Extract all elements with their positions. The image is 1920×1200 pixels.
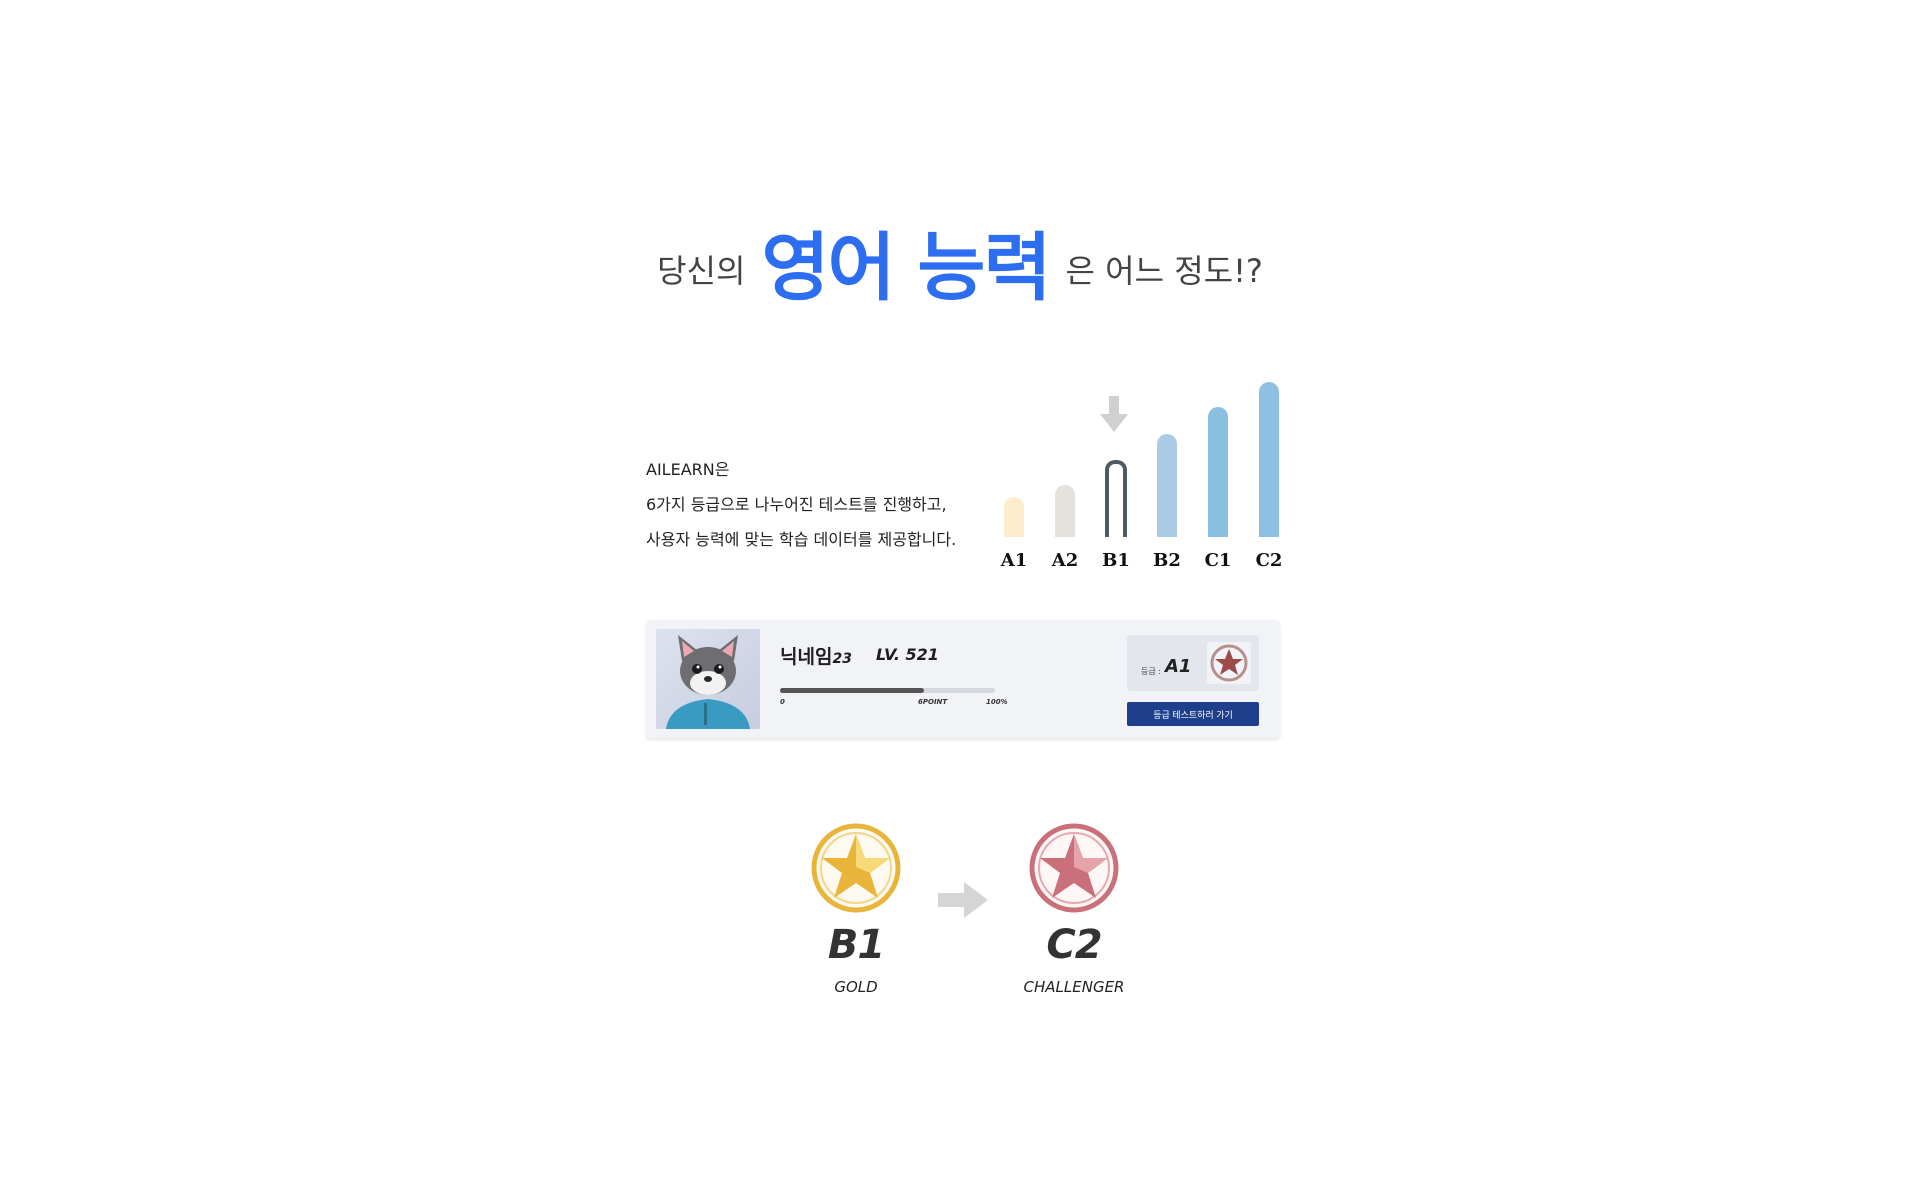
profile-card: 닉네임23 LV. 521 0 6POINT 100% 등급 : A1 등급 테… xyxy=(646,620,1280,738)
nickname-number: 23 xyxy=(832,651,852,667)
bars-area xyxy=(1000,380,1300,537)
level-text: LV. 521 xyxy=(876,645,939,664)
grade-label: 등급 : xyxy=(1141,667,1161,676)
to-grade-name: CHALLENGER xyxy=(1023,978,1125,996)
cat-avatar-icon xyxy=(656,629,760,729)
nickname-text: 닉네임 xyxy=(780,646,833,668)
intro-line: 사용자 능력에 맞는 학습 데이터를 제공합니다. xyxy=(646,530,957,549)
level-label-b2: B2 xyxy=(1153,550,1181,571)
gold-medal-icon xyxy=(811,823,901,913)
level-label-a1: A1 xyxy=(1000,550,1028,571)
grade-box: 등급 : A1 xyxy=(1127,635,1259,691)
progress-fill xyxy=(780,688,925,693)
headline: 당신의 영어 능력 은 어느 정도!? xyxy=(0,205,1920,305)
level-label-b1: B1 xyxy=(1102,550,1130,571)
level-label-a2: A2 xyxy=(1051,550,1079,571)
intro-text: AILEARN은 6가지 등급으로 나누어진 테스트를 진행하고, 사용자 능력… xyxy=(646,452,986,557)
level-bar-chart: A1 A2 B1 B2 C1 C2 xyxy=(1000,380,1300,580)
progression: B1 GOLD C2 CHALLENGER xyxy=(790,820,1130,1010)
headline-suffix: 은 어느 정도!? xyxy=(1065,252,1263,290)
progress-start: 0 xyxy=(780,698,785,706)
level-bar-c1 xyxy=(1208,407,1228,537)
right-arrow-icon xyxy=(938,882,988,918)
challenger-medal-icon xyxy=(1029,823,1119,913)
to-grade-code: C2 xyxy=(1046,922,1102,968)
intro-line: 6가지 등급으로 나누어진 테스트를 진행하고, xyxy=(646,495,947,514)
level-bar-a2 xyxy=(1055,485,1075,537)
grade-value: A1 xyxy=(1165,656,1192,677)
headline-prefix: 당신의 xyxy=(657,252,746,290)
progress-mid: 6POINT xyxy=(918,698,948,706)
grade-test-button[interactable]: 등급 테스트하러 가기 xyxy=(1127,702,1259,726)
level-bar-b2 xyxy=(1157,434,1177,537)
from-grade-code: B1 xyxy=(827,922,885,968)
level-bar-c2 xyxy=(1259,382,1279,537)
level-label-c1: C1 xyxy=(1204,550,1232,571)
level-label-c2: C2 xyxy=(1255,550,1283,571)
progress-bar xyxy=(780,688,995,693)
from-grade-name: GOLD xyxy=(834,978,878,996)
level-bar-b1 xyxy=(1105,460,1127,537)
progress-end: 100% xyxy=(986,698,1008,706)
level-bar-a1 xyxy=(1004,497,1024,537)
intro-line: AILEARN은 xyxy=(646,460,730,479)
grade-badge-icon xyxy=(1207,642,1251,684)
headline-highlight: 영어 능력 xyxy=(761,225,1051,311)
nickname: 닉네임23 xyxy=(780,642,852,669)
